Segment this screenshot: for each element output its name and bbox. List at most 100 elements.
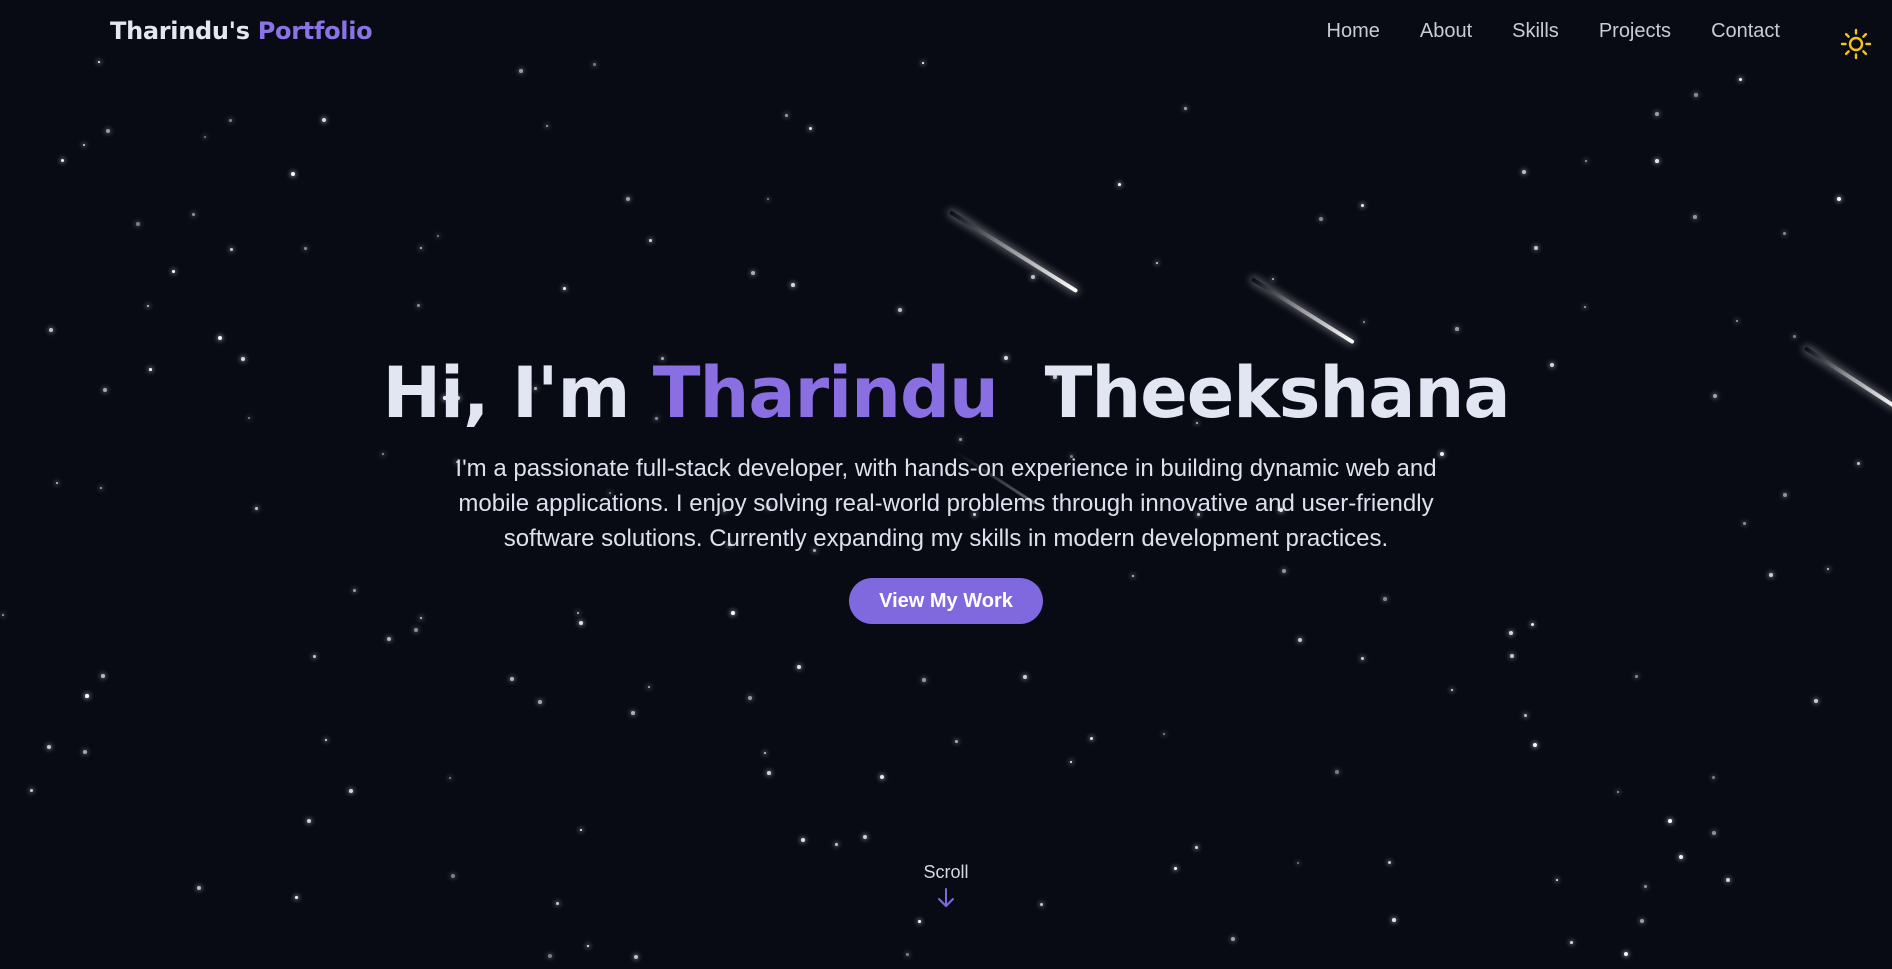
star — [1712, 831, 1716, 835]
star — [546, 125, 549, 128]
star — [764, 752, 767, 755]
star — [30, 789, 34, 793]
star — [797, 665, 802, 670]
star — [1522, 170, 1527, 175]
star — [1156, 262, 1158, 264]
star — [313, 655, 316, 658]
star — [1510, 654, 1515, 659]
hero-title: Hi, I'm Tharindu Theekshana — [0, 345, 1892, 441]
star — [1533, 743, 1537, 747]
star — [648, 686, 650, 688]
star — [437, 235, 439, 237]
star — [1584, 306, 1586, 308]
nav-link-skills[interactable]: Skills — [1512, 20, 1559, 43]
star — [955, 740, 959, 744]
star — [649, 239, 652, 242]
star — [748, 696, 753, 701]
star — [85, 694, 89, 698]
brand-accent: Portfolio — [257, 17, 373, 45]
star — [580, 829, 582, 831]
star — [218, 336, 223, 341]
star — [304, 247, 308, 251]
star — [420, 247, 423, 250]
star — [751, 271, 756, 276]
star — [47, 745, 52, 750]
nav-link-about[interactable]: About — [1420, 20, 1472, 43]
hero-greeting: Hi, I'm — [382, 352, 630, 434]
star — [147, 305, 149, 307]
star — [1655, 112, 1659, 116]
star — [767, 198, 769, 200]
shooting-star — [1250, 277, 1355, 345]
star — [1361, 657, 1365, 661]
star — [1023, 675, 1027, 679]
hero-first-name: Tharindu — [652, 352, 999, 434]
star — [1655, 159, 1659, 163]
star — [1617, 791, 1620, 794]
star — [548, 954, 553, 959]
brand-name: Tharindu's — [110, 17, 250, 45]
star — [1272, 278, 1275, 281]
star — [1783, 232, 1787, 236]
star — [101, 674, 105, 678]
star — [1624, 952, 1629, 957]
star — [631, 711, 635, 715]
star — [61, 159, 64, 162]
star — [519, 69, 523, 73]
star — [1231, 937, 1236, 942]
star — [417, 304, 421, 308]
view-my-work-button[interactable]: View My Work — [849, 578, 1043, 624]
star — [1451, 689, 1453, 691]
star — [204, 136, 206, 138]
star — [922, 678, 926, 682]
star — [1163, 733, 1165, 735]
star — [634, 955, 638, 959]
hero-section: Hi, I'm Tharindu Theekshana I'm a passio… — [0, 345, 1892, 624]
star — [1070, 761, 1072, 763]
star — [414, 628, 419, 633]
portfolio-page: Tharindu's Portfolio Home About Skills P… — [0, 0, 1892, 969]
star — [349, 789, 353, 793]
star — [1298, 638, 1303, 643]
star — [785, 114, 788, 117]
star — [809, 127, 813, 131]
star — [83, 750, 88, 755]
star — [1837, 197, 1841, 201]
star — [1118, 183, 1121, 186]
arrow-down-icon[interactable] — [936, 887, 956, 914]
star — [906, 953, 910, 957]
star — [1335, 770, 1339, 774]
star — [626, 197, 630, 201]
star — [1319, 217, 1324, 222]
star — [1455, 327, 1459, 331]
star — [1712, 776, 1715, 779]
star — [898, 308, 903, 313]
star — [1184, 107, 1187, 110]
star — [1031, 275, 1035, 279]
star — [172, 270, 175, 273]
star — [767, 771, 771, 775]
theme-toggle-button[interactable] — [1840, 28, 1872, 60]
brand-logo[interactable]: Tharindu's Portfolio — [110, 17, 373, 45]
star — [835, 843, 839, 847]
star — [291, 172, 295, 176]
star — [449, 777, 452, 780]
star — [1679, 855, 1684, 860]
star — [1509, 631, 1514, 636]
hero-last-name: Theekshana — [1044, 352, 1511, 434]
shooting-star — [948, 210, 1079, 294]
star — [1570, 941, 1573, 944]
nav-link-contact[interactable]: Contact — [1711, 20, 1780, 43]
nav-link-home[interactable]: Home — [1327, 20, 1380, 43]
star — [587, 945, 590, 948]
scroll-label: Scroll — [923, 862, 969, 882]
star — [1736, 320, 1738, 322]
sun-icon — [1840, 28, 1872, 60]
star — [387, 637, 392, 642]
star — [1694, 93, 1698, 97]
star — [801, 838, 805, 842]
nav-links: Home About Skills Projects Contact — [1327, 20, 1780, 43]
star — [1392, 918, 1396, 922]
scroll-indicator[interactable]: Scroll — [0, 862, 1892, 914]
nav-link-projects[interactable]: Projects — [1599, 20, 1671, 43]
